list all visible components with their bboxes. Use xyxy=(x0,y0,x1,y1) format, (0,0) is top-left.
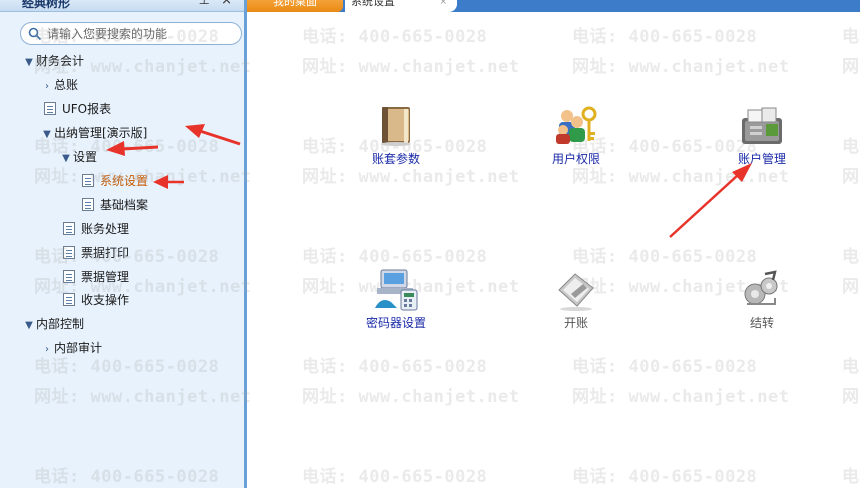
chevron-right-icon[interactable]: › xyxy=(40,77,54,97)
tree-label: 收支操作 xyxy=(81,293,130,307)
chevron-down-icon[interactable]: ▼ xyxy=(59,149,73,169)
tree-node-bill-manage[interactable]: 票据管理 xyxy=(63,267,129,287)
document-icon xyxy=(63,270,75,283)
tree-node-system-settings[interactable]: 系统设置 xyxy=(82,171,148,191)
tree-label: 内部审计 xyxy=(54,341,103,355)
account-tools-icon xyxy=(742,107,782,144)
tree-label: 设置 xyxy=(73,150,98,164)
watermark-phone: 电话: 400-665-0028 xyxy=(302,247,488,267)
watermark-site: 网址: www.chanjet.net xyxy=(842,277,860,297)
carry-forward-icon xyxy=(744,270,778,305)
search-box[interactable] xyxy=(20,22,242,45)
func-account-params[interactable]: 账套参数 xyxy=(346,104,446,174)
func-account-management[interactable]: 账户管理 xyxy=(712,104,812,174)
arrow-line xyxy=(669,174,739,238)
func-carry-forward[interactable]: 结转 xyxy=(712,268,812,338)
tree-label: 财务会计 xyxy=(36,54,85,68)
document-icon xyxy=(44,102,56,115)
tree-node-internal-audit[interactable]: › 内部审计 xyxy=(40,338,102,358)
tree-label: 票据打印 xyxy=(81,246,130,260)
func-password-device[interactable]: 密码器设置 xyxy=(346,268,446,338)
watermark-phone: 电话: 400-665-0028 xyxy=(302,27,488,47)
tree-label: 票据管理 xyxy=(81,270,130,284)
watermark-phone: 电话: 400-665-0028 xyxy=(302,357,488,377)
watermark-site: 网址: www.chanjet.net xyxy=(302,387,520,407)
document-icon xyxy=(63,293,75,306)
users-key-icon xyxy=(556,106,597,144)
chevron-down-icon[interactable]: ▼ xyxy=(40,125,54,145)
pin-icon[interactable]: ⊥ xyxy=(199,0,210,8)
close-icon[interactable]: × xyxy=(221,0,232,8)
password-device-icon xyxy=(375,269,418,311)
search-icon[interactable] xyxy=(28,27,42,41)
document-icon xyxy=(82,174,94,187)
watermark-phone: 电话: 400-665-0028 xyxy=(302,467,488,487)
watermark-phone: 电话: 400-665-0028 xyxy=(572,247,758,267)
tree-label: 系统设置 xyxy=(100,174,149,188)
watermark-site: 网址: www.chanjet.net xyxy=(842,57,860,77)
tree-node-settings[interactable]: ▼ 设置 xyxy=(59,147,97,167)
watermark-phone: 电话: 400-665-0028 xyxy=(572,27,758,47)
func-label: 账户管理 xyxy=(737,152,786,166)
book-icon xyxy=(381,107,411,146)
tree-node-finance[interactable]: ▼ 财务会计 xyxy=(22,51,84,71)
tree-node-internal-control[interactable]: ▼ 内部控制 xyxy=(22,314,84,334)
chevron-right-icon[interactable]: › xyxy=(40,340,54,360)
tree-label: 出纳管理[演示版] xyxy=(54,126,148,140)
watermark-phone: 电话: 400-665-0028 xyxy=(842,247,860,267)
tree-node-accounting[interactable]: 账务处理 xyxy=(63,219,129,239)
watermark-phone: 电话: 400-665-0028 xyxy=(572,467,758,487)
tab-system-settings[interactable]: 系统设置 × xyxy=(345,0,457,12)
func-label: 开账 xyxy=(563,316,588,330)
tree-node-income-expense[interactable]: 收支操作 xyxy=(63,290,129,310)
document-icon xyxy=(82,198,94,211)
watermark-phone: 电话: 400-665-0028 xyxy=(842,357,860,377)
tab-bar: 我的桌面 系统设置 × xyxy=(247,0,860,12)
tab-label: 系统设置 xyxy=(351,0,395,8)
func-label: 结转 xyxy=(749,316,774,330)
tree-node-general-ledger[interactable]: › 总账 xyxy=(40,75,78,95)
func-open-account[interactable]: 开账 xyxy=(526,268,626,338)
chevron-down-icon[interactable]: ▼ xyxy=(22,316,36,336)
document-icon xyxy=(63,222,75,235)
watermark-phone: 电话: 400-665-0028 xyxy=(842,467,860,487)
func-user-permissions[interactable]: 用户权限 xyxy=(526,104,626,174)
watermark-phone: 电话: 400-665-0028 xyxy=(842,137,860,157)
sidebar-title: 经典树形 xyxy=(22,0,71,10)
tree-label: 内部控制 xyxy=(36,317,85,331)
tree-label: UFO报表 xyxy=(62,102,112,116)
tree-node-bill-print[interactable]: 票据打印 xyxy=(63,243,129,263)
tree-label: 账务处理 xyxy=(81,222,130,236)
watermark-site: 网址: www.chanjet.net xyxy=(842,387,860,407)
tree-node-cashier[interactable]: ▼ 出纳管理[演示版] xyxy=(40,123,147,143)
tree-label: 基础档案 xyxy=(100,198,149,212)
watermark-site: 网址: www.chanjet.net xyxy=(842,167,860,187)
sidebar-header: 经典树形 ⊥ × xyxy=(0,0,244,12)
func-label: 用户权限 xyxy=(551,152,600,166)
watermark-phone: 电话: 400-665-0028 xyxy=(842,27,860,47)
watermark-phone: 电话: 400-665-0028 xyxy=(572,357,758,377)
watermark-site: 网址: www.chanjet.net xyxy=(572,387,790,407)
app-window: { "sidebar": { "title": "经典树形", "pin_gly… xyxy=(0,0,860,488)
sidebar: 经典树形 ⊥ × ▼财务会计 ›总账 UFO报表 ▼出纳管理[演示版] ▼设置 … xyxy=(0,0,247,488)
watermark-site: 网址: www.chanjet.net xyxy=(572,57,790,77)
tree-node-ufo-report[interactable]: UFO报表 xyxy=(44,99,111,119)
search-input[interactable] xyxy=(47,25,237,43)
tree-node-basic-archives[interactable]: 基础档案 xyxy=(82,195,148,215)
func-label: 账套参数 xyxy=(371,152,420,166)
close-icon[interactable]: × xyxy=(439,0,447,8)
tree-label: 总账 xyxy=(54,78,79,92)
document-icon xyxy=(63,246,75,259)
tab-home[interactable]: 我的桌面 xyxy=(247,0,343,12)
open-account-icon xyxy=(558,273,594,311)
watermark-site: 网址: www.chanjet.net xyxy=(302,57,520,77)
func-label: 密码器设置 xyxy=(365,316,426,330)
chevron-down-icon[interactable]: ▼ xyxy=(22,53,36,73)
